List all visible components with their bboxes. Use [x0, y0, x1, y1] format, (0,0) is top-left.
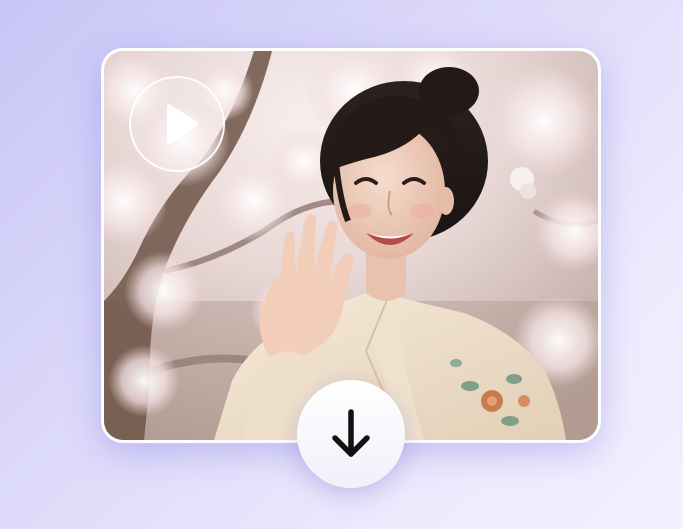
download-button[interactable] [297, 380, 405, 488]
play-button[interactable] [129, 76, 225, 172]
play-icon [167, 104, 198, 144]
arrow-down-icon [332, 409, 370, 457]
